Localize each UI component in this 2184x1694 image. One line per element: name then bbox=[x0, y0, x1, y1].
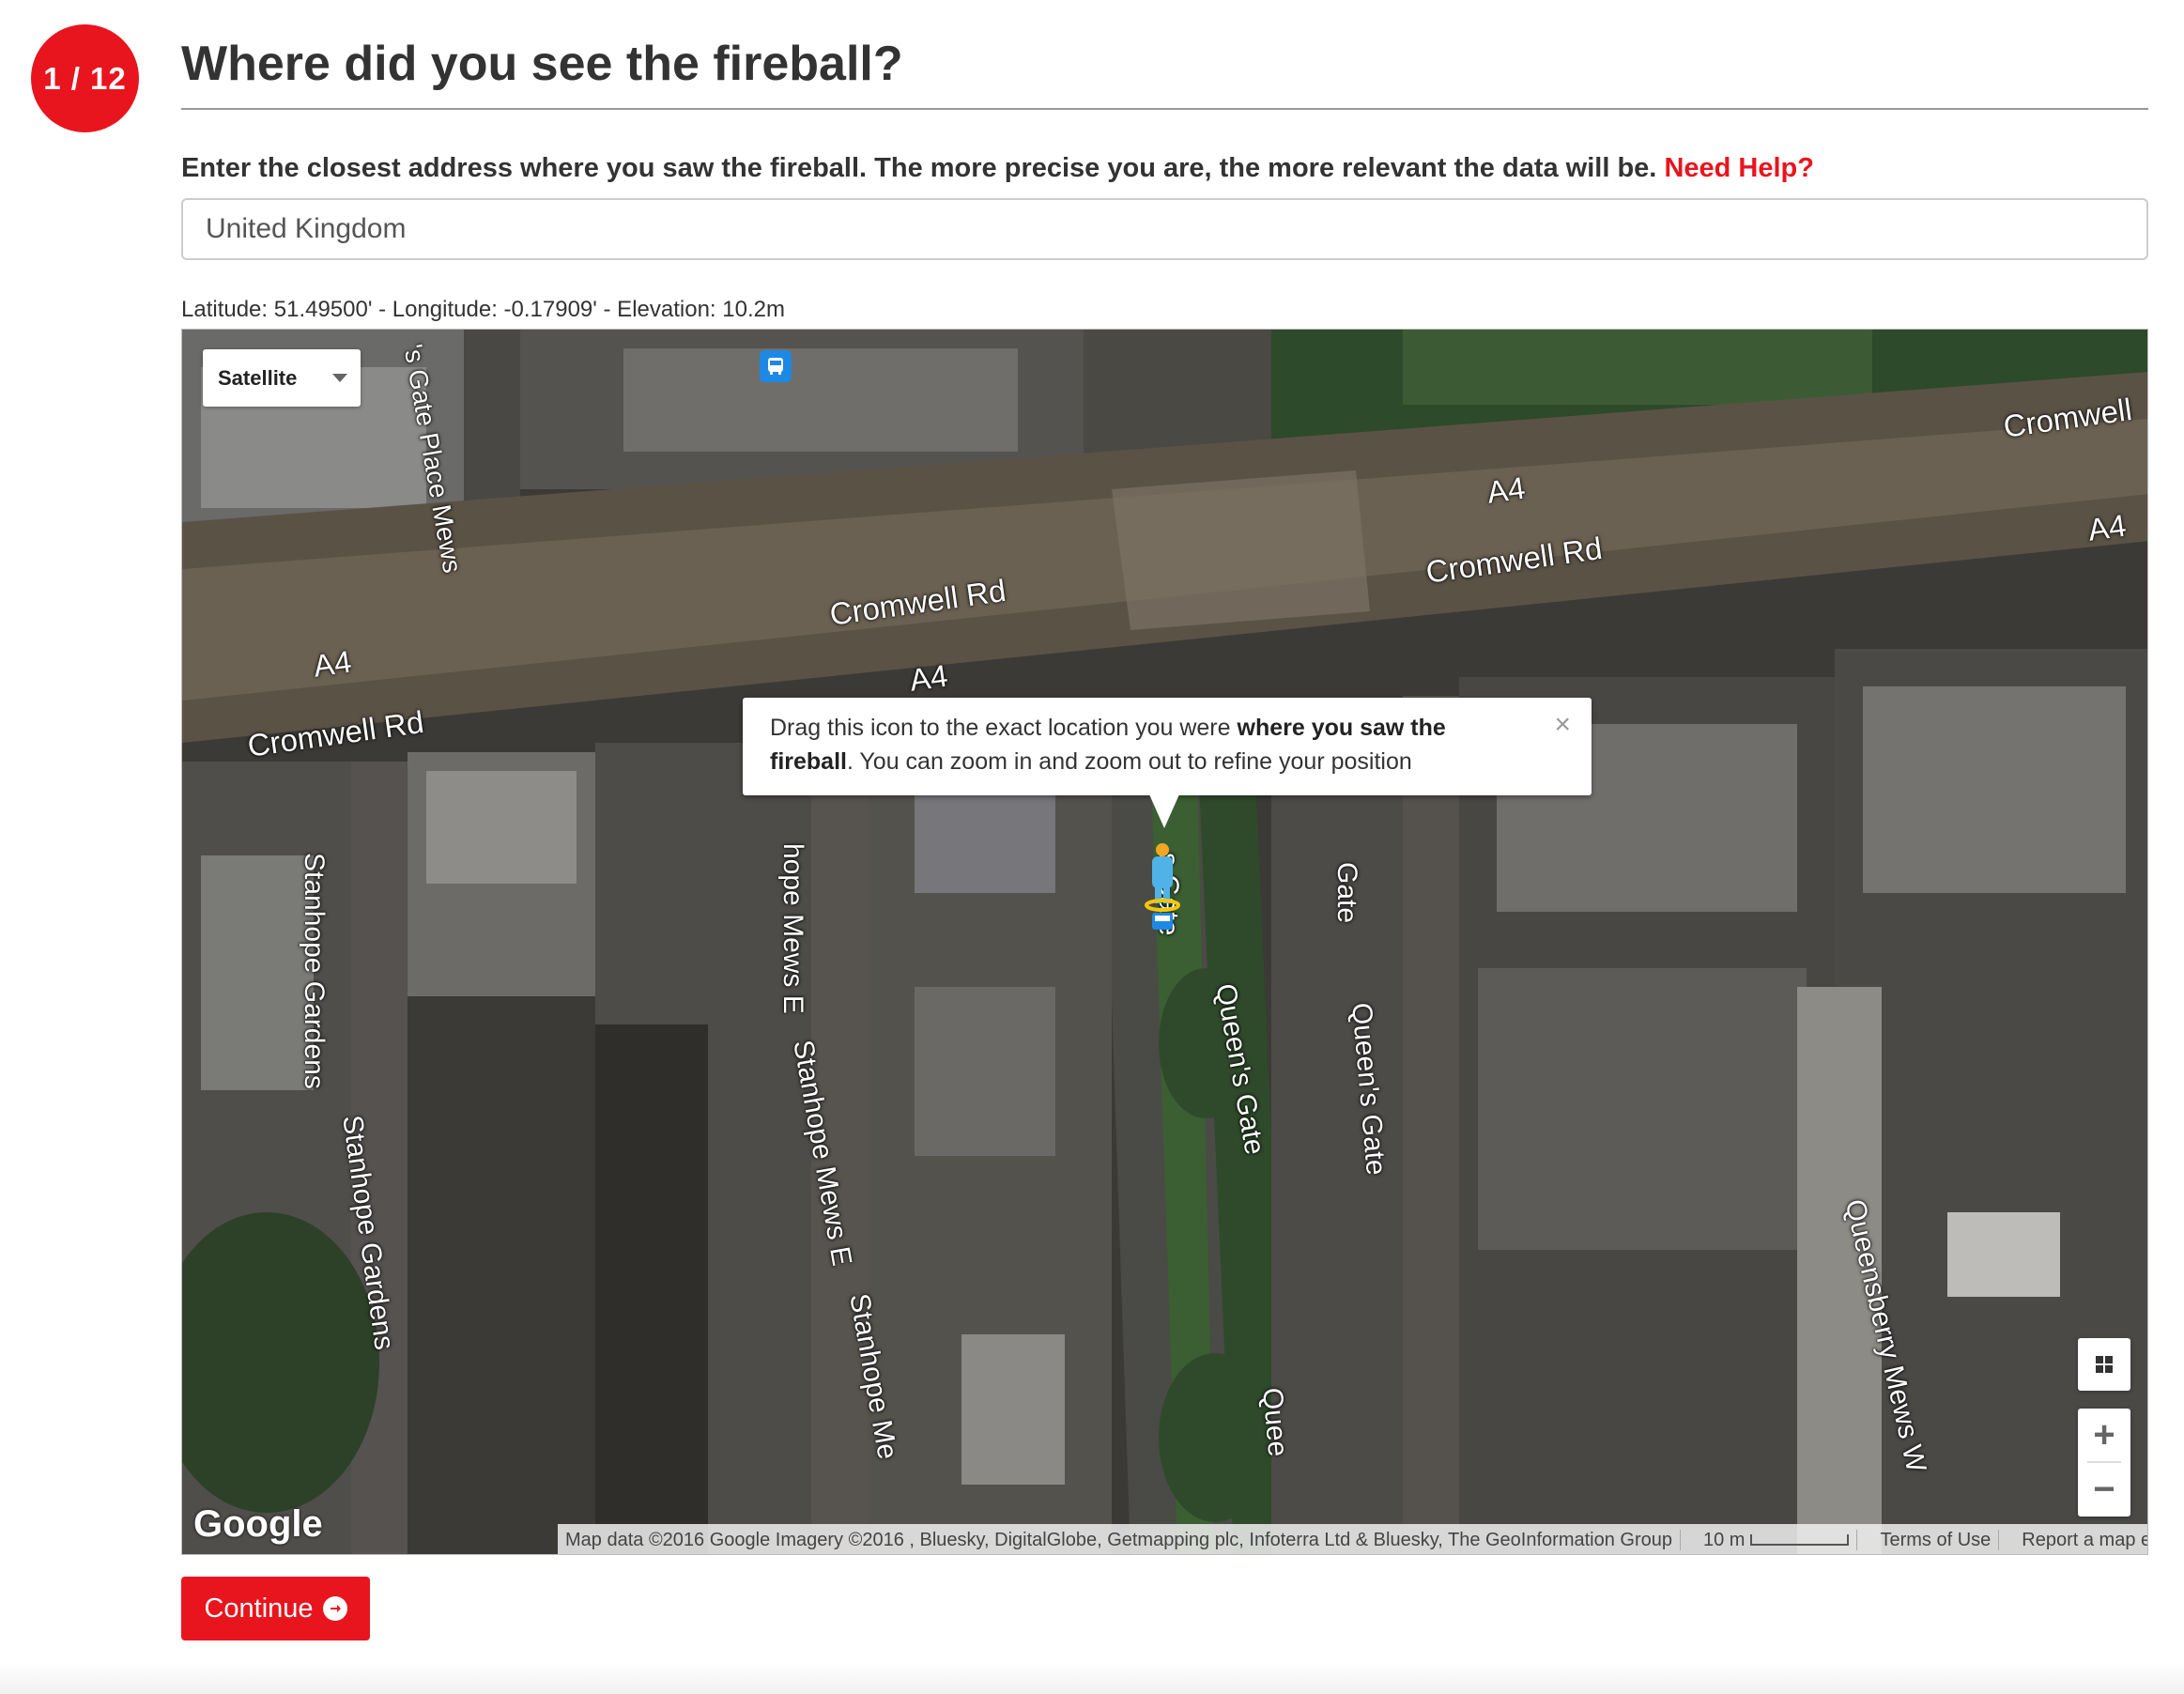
tooltip-arrow bbox=[1149, 794, 1179, 828]
tooltip-text: . You can zoom in and zoom out to refine… bbox=[846, 748, 1412, 775]
title-divider bbox=[181, 108, 2148, 110]
google-logo: Google bbox=[193, 1503, 323, 1545]
divider bbox=[1998, 1530, 2014, 1550]
terms-link[interactable]: Terms of Use bbox=[1872, 1530, 1998, 1551]
street-label: Gate bbox=[1331, 862, 1362, 924]
zoom-in-button[interactable]: + bbox=[2078, 1409, 2130, 1461]
close-icon[interactable]: × bbox=[1554, 711, 1571, 739]
continue-label: Continue bbox=[204, 1593, 314, 1624]
layers-button[interactable] bbox=[2078, 1338, 2130, 1391]
coordinates-readout: Latitude: 51.49500' - Longitude: -0.1790… bbox=[181, 297, 785, 322]
street-label: Quee bbox=[1256, 1386, 1294, 1458]
map-type-select[interactable]: Satellite bbox=[203, 349, 361, 407]
drag-hint-tooltip: Drag this icon to the exact location you… bbox=[743, 698, 1592, 795]
map-view[interactable]: 's Gate Place Mews Cromwell Rd A4 A4 Cro… bbox=[181, 329, 2148, 1555]
page: 1 / 12 Where did you see the fireball? E… bbox=[0, 0, 2184, 1694]
layers-icon bbox=[2096, 1356, 2113, 1373]
tooltip-text: Drag this icon to the exact location you… bbox=[770, 715, 1238, 741]
tooltip-bold: where you saw the bbox=[1237, 715, 1446, 741]
map-data-credit: Map data ©2016 Google Imagery ©2016 , Bl… bbox=[565, 1529, 1672, 1550]
zoom-out-button[interactable]: − bbox=[2078, 1463, 2130, 1516]
bus-stop-icon[interactable] bbox=[760, 350, 792, 382]
divider bbox=[1856, 1530, 1872, 1550]
scale-bar bbox=[1750, 1534, 1850, 1547]
report-error-link[interactable]: Report a map error bbox=[2014, 1530, 2147, 1551]
chevron-down-icon bbox=[332, 374, 347, 382]
zoom-controls: + − bbox=[2078, 1409, 2130, 1517]
continue-button[interactable]: Continue bbox=[181, 1577, 370, 1640]
scale-label: 10 m bbox=[1703, 1529, 1746, 1550]
map-attribution-bar: Map data ©2016 Google Imagery ©2016 , Bl… bbox=[558, 1524, 2147, 1554]
street-label: A4 bbox=[1484, 470, 1528, 510]
street-label: A4 bbox=[311, 643, 354, 684]
arrow-right-circle-icon bbox=[322, 1596, 347, 1621]
street-label: A4 bbox=[2085, 507, 2129, 547]
instruction-text: Enter the closest address where you saw … bbox=[181, 153, 1814, 184]
page-title: Where did you see the fireball? bbox=[181, 37, 903, 91]
satellite-imagery bbox=[182, 330, 2147, 1554]
tooltip-bold: fireball bbox=[770, 748, 847, 775]
scale-indicator[interactable]: 10 m bbox=[1696, 1530, 1856, 1551]
map-type-label: Satellite bbox=[218, 365, 298, 390]
street-label: hope Mews E bbox=[777, 843, 808, 1014]
address-input[interactable] bbox=[181, 198, 2148, 260]
pegman-icon[interactable] bbox=[1144, 841, 1181, 935]
street-label: Stanhope Gardens bbox=[299, 853, 330, 1089]
street-label: A4 bbox=[907, 657, 950, 698]
need-help-link[interactable]: Need Help? bbox=[1664, 153, 1814, 183]
step-badge: 1 / 12 bbox=[31, 24, 139, 132]
divider bbox=[1680, 1530, 1696, 1550]
footer-band bbox=[0, 1662, 2184, 1694]
instruction-body: Enter the closest address where you saw … bbox=[181, 153, 1657, 183]
